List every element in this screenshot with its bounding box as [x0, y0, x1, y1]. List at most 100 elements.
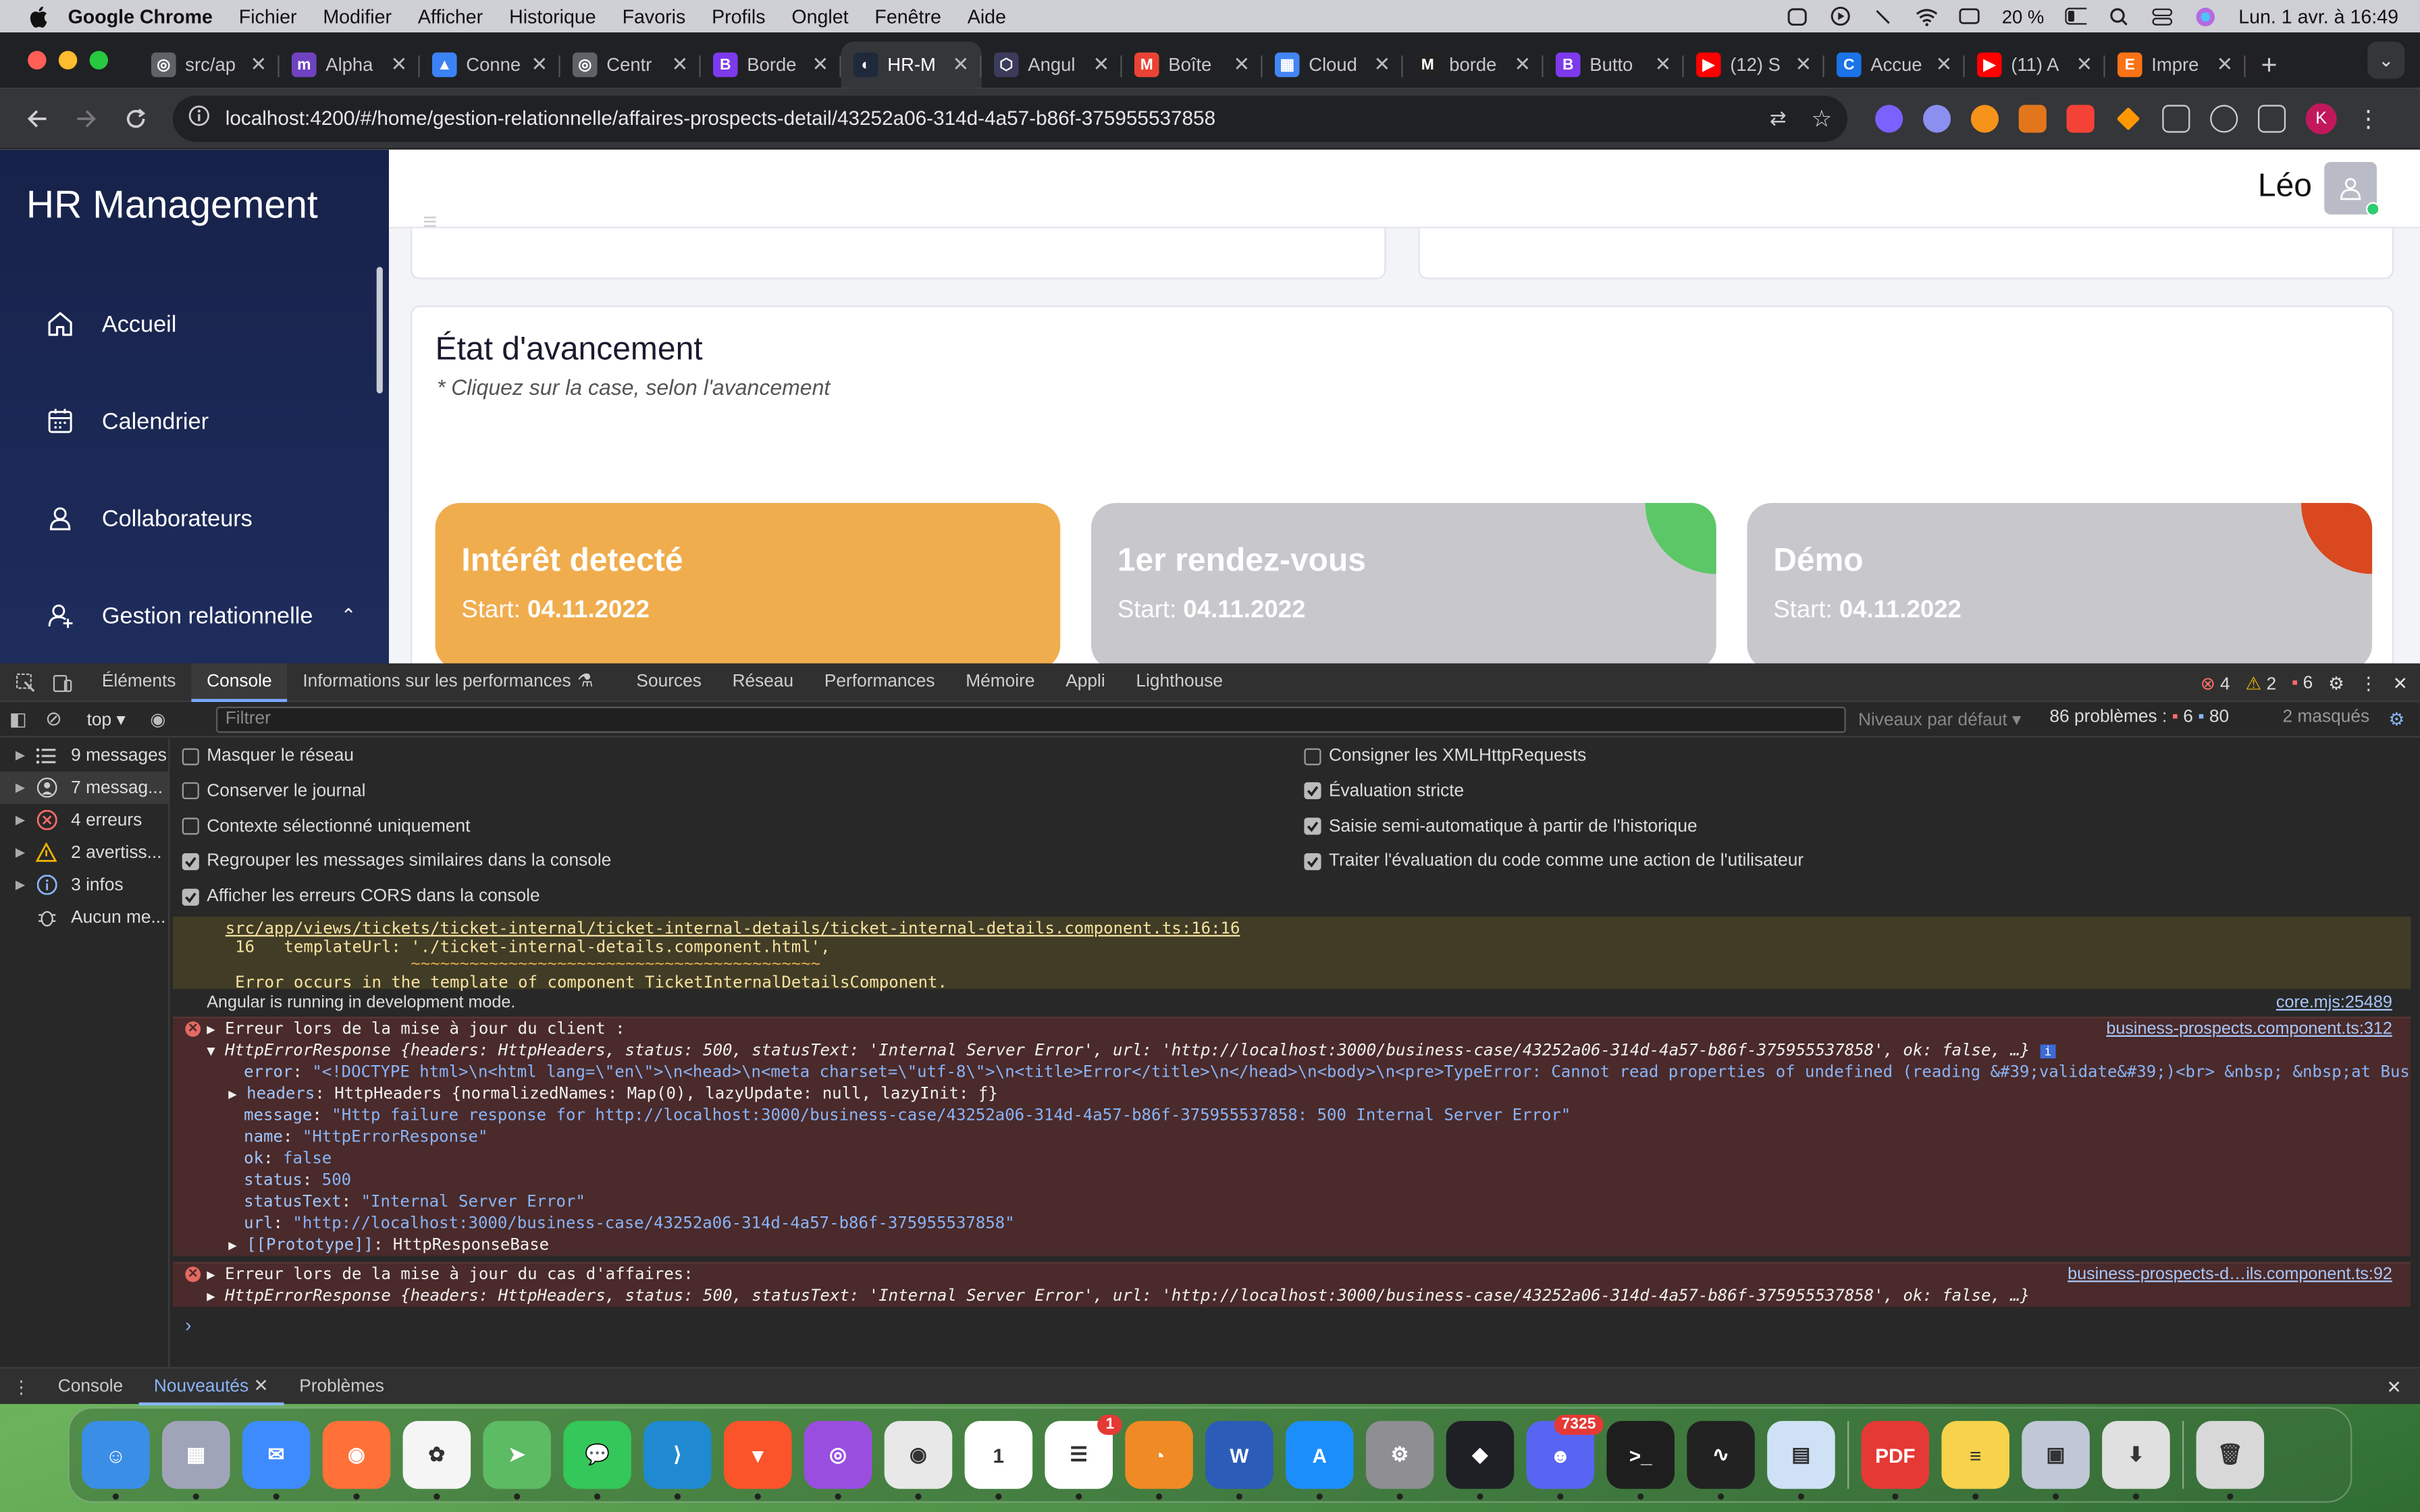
device-toolbar-icon[interactable] [49, 670, 74, 695]
notes-icon[interactable]: ≡ [1941, 1421, 2009, 1500]
console-sidebar-item[interactable]: ▶ 4 erreurs [0, 804, 168, 836]
performance-icon[interactable] [2210, 104, 2238, 132]
address-bar[interactable]: localhost:4200/#/home/gestion-relationne… [172, 94, 1847, 142]
checkbox[interactable] [182, 888, 199, 905]
tab-close-icon[interactable]: ✕ [2216, 53, 2233, 78]
translate-icon[interactable]: ⇄ [1770, 106, 1787, 131]
tab-close-icon[interactable]: ✕ [812, 53, 828, 78]
browser-tab[interactable]: E Impre ✕ [2105, 42, 2246, 88]
metamask-icon[interactable] [2018, 104, 2047, 132]
control-center-icon[interactable] [2152, 7, 2174, 25]
inspect-element-icon[interactable] [12, 670, 37, 695]
expand-arrow-icon[interactable]: ▶ [16, 749, 31, 763]
browser-tab[interactable]: ▶ (11) A ✕ [1965, 42, 2105, 88]
extension-3-icon[interactable] [1970, 104, 1999, 132]
browser-tab[interactable]: ◎ src/ap ✕ [139, 42, 280, 88]
browser-tab[interactable]: ▶ (12) S ✕ [1684, 42, 1824, 88]
browser-tab[interactable]: M Boîte ✕ [1122, 42, 1263, 88]
bluetooth-off-icon[interactable] [1872, 7, 1894, 25]
menu-favoris[interactable]: Favoris [623, 5, 686, 27]
browser-tab[interactable]: ▦ Cloud ✕ [1263, 42, 1403, 88]
tab-close-icon[interactable]: ✕ [1233, 53, 1250, 78]
expand-arrow-icon[interactable]: ▶ [16, 878, 31, 892]
devtools-settings-icon[interactable]: ⚙ [2328, 672, 2344, 693]
tab-close-icon[interactable]: ✕ [671, 53, 688, 78]
warning-source-link[interactable]: src/app/views/tickets/ticket-internal/ti… [226, 920, 2411, 939]
devtools-tab[interactable]: Sources [621, 663, 717, 701]
browser-tab[interactable]: B Butto ✕ [1544, 42, 1684, 88]
sidebar-scrollbar[interactable] [376, 267, 383, 394]
tab-close-icon[interactable]: ✕ [2076, 53, 2093, 78]
mail-icon[interactable]: ✉ [242, 1421, 311, 1500]
tab-close-icon[interactable]: ✕ [952, 53, 969, 78]
search-icon[interactable] [2109, 7, 2130, 25]
drawer-close-icon[interactable]: ✕ [2387, 1376, 2402, 1397]
user-avatar[interactable] [2324, 161, 2380, 216]
user-name[interactable]: Léo [2258, 168, 2312, 205]
checkbox[interactable] [182, 817, 199, 835]
drawer-tab-problems[interactable]: Problèmes [284, 1368, 399, 1405]
launchpad-icon[interactable]: ▦ [161, 1421, 230, 1500]
finder-icon[interactable]: ☺ [82, 1421, 150, 1500]
extension-5-icon[interactable] [2066, 104, 2095, 132]
progress-stage-card[interactable]: Démo Start: 04.11.2022 [1747, 503, 2373, 670]
blender-icon[interactable]: ◔ [1125, 1421, 1193, 1500]
console-setting-checkbox[interactable]: Consigner les XMLHttpRequests [1304, 747, 1586, 765]
preview-icon[interactable]: ▤ [1767, 1421, 1835, 1500]
brave-icon[interactable]: ▼ [723, 1421, 792, 1500]
site-info-icon[interactable] [188, 105, 210, 131]
checkbox[interactable] [1304, 782, 1321, 800]
checkbox[interactable] [182, 747, 199, 765]
error-property[interactable]: ▶ [[Prototype]]: HttpResponseBase [173, 1235, 2411, 1256]
drawer-menu-icon[interactable]: ⋮ [0, 1376, 43, 1397]
devtools-tab[interactable]: Mémoire [950, 663, 1050, 701]
checkbox[interactable] [182, 782, 199, 800]
zoom-window-button[interactable] [89, 51, 108, 70]
installer-icon[interactable]: ⬇ [2102, 1421, 2170, 1500]
trash-icon[interactable]: 🗑 [2196, 1421, 2265, 1500]
tab-close-icon[interactable]: ✕ [1514, 53, 1531, 78]
wifi-icon[interactable] [1916, 7, 1937, 26]
error-title[interactable]: ✕ ▶ Erreur lors de la mise à jour du cli… [173, 1019, 2411, 1040]
browser-tab[interactable]: ◎ Centr ✕ [560, 42, 701, 88]
pdf-icon[interactable]: PDF [1861, 1421, 1930, 1500]
devtools-tab[interactable]: Éléments [86, 663, 191, 701]
error-summary[interactable]: ▼ HttpErrorResponse {headers: HttpHeader… [173, 1040, 2411, 1062]
console-setting-checkbox[interactable]: Regrouper les messages similaires dans l… [182, 853, 611, 871]
source-link[interactable]: business-prospects-d…ils.component.ts:92 [2068, 1264, 2392, 1285]
console-filter-input[interactable]: Filtrer [215, 706, 1846, 733]
console-sidebar-item[interactable]: ▶ 9 messages [0, 739, 168, 772]
tab-close-icon[interactable]: ✕ [1373, 53, 1390, 78]
devtools-more-icon[interactable]: ⋮ [2360, 672, 2377, 693]
error-summary[interactable]: ▶ HttpErrorResponse {headers: HttpHeader… [173, 1285, 2411, 1307]
console-setting-checkbox[interactable]: Afficher les erreurs CORS dans la consol… [182, 888, 540, 906]
browser-tab[interactable]: Mborde ✕ [1403, 42, 1544, 88]
podcasts-icon[interactable]: ◎ [804, 1421, 872, 1500]
console-sidebar-item[interactable]: Aucun me... [0, 901, 168, 934]
console-sidebar-item[interactable]: ▶ 2 avertiss... [0, 836, 168, 869]
checkbox[interactable] [182, 853, 199, 870]
expand-arrow-icon[interactable]: ▶ [16, 813, 31, 828]
tab-close-icon[interactable]: ✕ [1654, 53, 1671, 78]
menu-onglet[interactable]: Onglet [791, 5, 848, 27]
tab-close-icon[interactable]: ✕ [531, 53, 548, 78]
console-setting-checkbox[interactable]: Masquer le réseau [182, 747, 354, 765]
chrome-menu-icon[interactable]: ⋮ [2357, 104, 2379, 132]
menu-google-chrome[interactable]: Google Chrome [68, 5, 213, 27]
browser-tab[interactable]: ◐ HR-M ✕ [841, 41, 982, 88]
puzzle-icon[interactable] [2162, 104, 2190, 132]
message-count-badge[interactable]: ▪ 6 [2292, 674, 2313, 692]
source-link[interactable]: business-prospects.component.ts:312 [2106, 1019, 2392, 1040]
checkbox[interactable] [1304, 853, 1321, 870]
progress-stage-card[interactable]: Intérêt detecté Start: 04.11.2022 [435, 503, 1061, 670]
keyboard-icon[interactable] [1959, 7, 1980, 25]
console-setting-checkbox[interactable]: Saisie semi-automatique à partir de l'hi… [1304, 817, 1698, 836]
sidebar-item-collaborateurs[interactable]: Collaborateurs [43, 502, 253, 535]
app-store-icon[interactable]: A [1285, 1421, 1354, 1500]
console-setting-checkbox[interactable]: Traiter l'évaluation du code comme une a… [1304, 853, 1804, 871]
error-property[interactable]: ▶ headers: HttpHeaders {normalizedNames:… [173, 1083, 2411, 1105]
sidebar-item-calendrier[interactable]: Calendrier [43, 404, 209, 438]
devtools-tab[interactable]: Appli [1050, 663, 1120, 701]
screen-share-icon[interactable] [1786, 7, 1808, 25]
new-tab-button[interactable]: + [2246, 42, 2293, 88]
